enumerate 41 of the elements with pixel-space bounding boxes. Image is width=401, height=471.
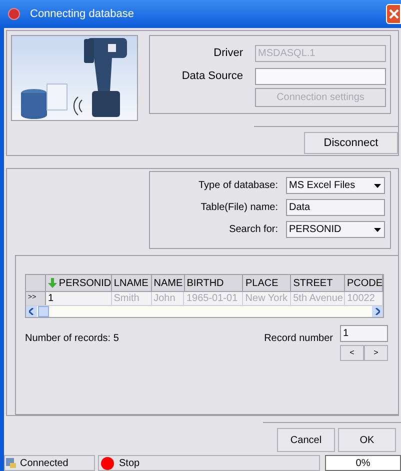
previous-record-button[interactable]: < [340, 345, 364, 361]
column-header[interactable]: STREET [291, 275, 345, 291]
record-number-field[interactable]: 1 [340, 325, 388, 342]
column-header[interactable]: PLACE [243, 275, 292, 291]
close-button[interactable] [386, 4, 401, 24]
column-label: BIRTHD [186, 276, 224, 290]
column-header[interactable]: BIRTHD [184, 275, 244, 291]
scroll-thumb[interactable] [38, 306, 49, 317]
cancel-button[interactable]: Cancel [277, 428, 335, 452]
dropdown[interactable]: PERSONID [286, 221, 385, 238]
column-label: STREET [293, 276, 333, 290]
dropdown[interactable]: MS Excel Files [286, 177, 385, 194]
record-number-label: Record number [264, 332, 333, 346]
dropdown-value: MS Excel Files [288, 179, 356, 193]
column-header[interactable]: PERSONID [46, 275, 112, 291]
dropdown-value: PERSONID [288, 223, 342, 237]
column-header[interactable]: LNAME [112, 275, 152, 291]
column-label: LNAME [114, 276, 148, 290]
column-label: PLACE [245, 276, 278, 290]
progress-text: 0% [356, 456, 370, 470]
ok-button[interactable]: OK [338, 428, 396, 452]
field-label: Driver [212, 46, 243, 62]
record-count: Number of records: 5 [25, 332, 119, 346]
window-title: Connecting database [30, 6, 134, 22]
horizontal-scrollbar[interactable] [26, 305, 383, 317]
scroll-right-icon[interactable] [372, 306, 383, 317]
column-label: PERSONID [58, 276, 112, 290]
field-label: Table(File) name: [200, 201, 278, 215]
close-icon [388, 9, 398, 19]
disconnect-button[interactable]: Disconnect [304, 132, 398, 154]
field-label: Data Source [180, 69, 243, 84]
status-text: Stop [119, 456, 140, 470]
input-field[interactable]: Data [286, 199, 385, 216]
scroll-left-icon[interactable] [26, 306, 37, 317]
next-record-button[interactable]: > [364, 345, 388, 361]
status-text: Connected [20, 456, 68, 470]
stop-icon[interactable] [101, 456, 114, 470]
app-icon [8, 8, 20, 20]
input-field[interactable] [255, 68, 386, 85]
field-label: Search for: [228, 223, 278, 237]
field-label: Type of database: [197, 179, 278, 193]
